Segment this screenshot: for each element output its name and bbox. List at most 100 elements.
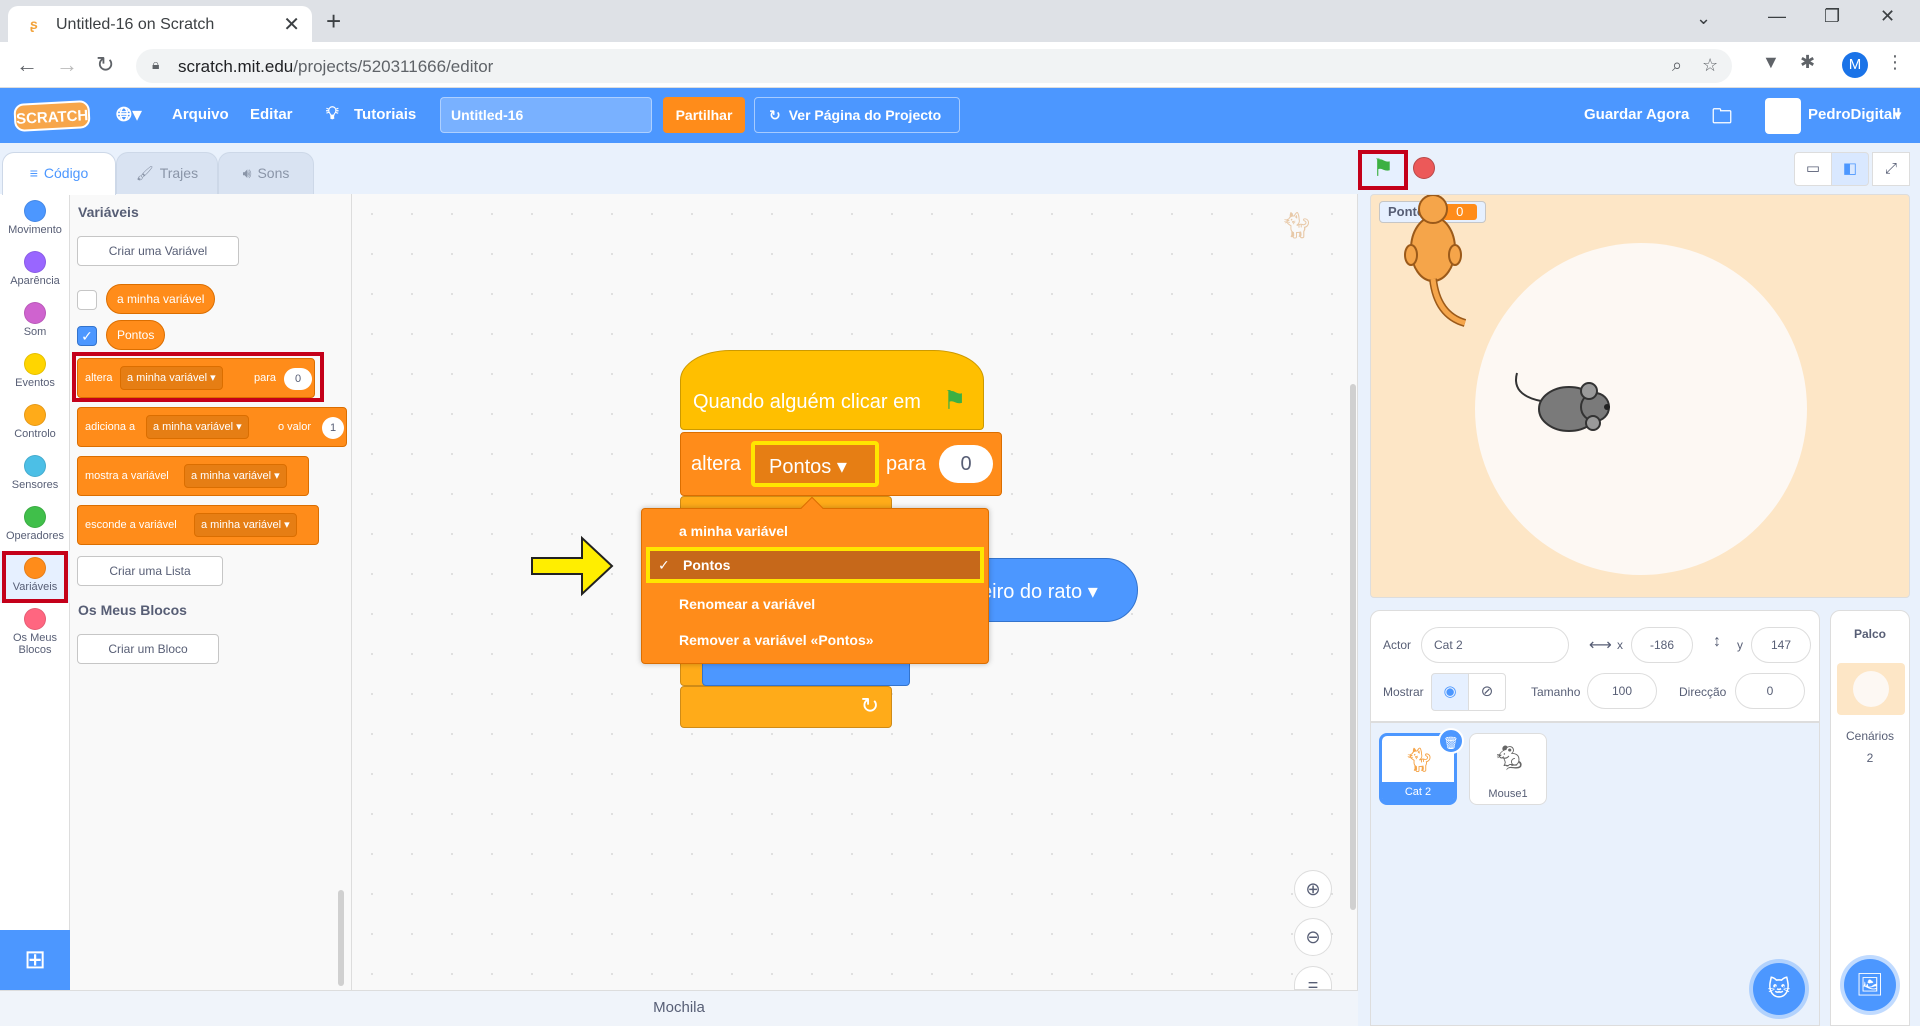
palette-scrollbar[interactable]: [338, 890, 344, 986]
x-label: x: [1617, 638, 1623, 652]
variable-dropdown[interactable]: Pontos ▾: [751, 441, 879, 487]
stop-icon[interactable]: [1413, 157, 1435, 179]
zoom-in-icon[interactable]: ⊕: [1294, 870, 1332, 908]
zoom-reset-icon[interactable]: =: [1294, 966, 1332, 995]
category-events[interactable]: Eventos: [0, 347, 70, 399]
when-flag-clicked-block[interactable]: Quando alguém clicar em ⚑: [680, 350, 984, 430]
category-label: Som: [23, 326, 47, 338]
show-variable-block[interactable]: mostra a variável a minha variável ▾: [77, 456, 309, 496]
script-scrollbar[interactable]: [1350, 384, 1356, 910]
direction-input[interactable]: 0: [1735, 673, 1805, 709]
block-number-input[interactable]: 0: [939, 445, 993, 483]
stage-thumbnail[interactable]: [1837, 663, 1905, 715]
block-label-text: eiro do rato: [981, 581, 1083, 603]
show-sprite-eye-icon[interactable]: ◉: [1431, 673, 1469, 711]
reload-icon[interactable]: ↻: [96, 52, 114, 78]
url-field[interactable]: 🔒︎ scratch.mit.edu/projects/520311666/ed…: [136, 49, 1732, 83]
dropdown-item[interactable]: a minha variável: [642, 513, 988, 549]
close-tab-icon[interactable]: ✕: [283, 12, 300, 37]
size-label: Tamanho: [1531, 685, 1581, 699]
puzzle-icon[interactable]: ✱: [1800, 52, 1815, 73]
extension-icon[interactable]: ▼: [1762, 52, 1780, 73]
size-input[interactable]: 100: [1587, 673, 1657, 709]
zoom-icon[interactable]: ⌕: [1672, 55, 1682, 76]
minimize-icon[interactable]: —: [1768, 6, 1786, 27]
backpack[interactable]: Mochila: [0, 990, 1358, 1026]
variable-reporter[interactable]: Pontos: [106, 320, 166, 350]
category-sensing[interactable]: Sensores: [0, 449, 70, 501]
small-stage-icon[interactable]: ▭: [1794, 152, 1832, 186]
hide-sprite-eye-icon[interactable]: ⊘: [1468, 673, 1506, 711]
speaker-icon: 🔊︎: [242, 165, 252, 181]
scratch-logo[interactable]: SCRATCH: [13, 100, 91, 132]
new-tab-icon[interactable]: +: [326, 6, 341, 37]
variable-checkbox[interactable]: [77, 290, 97, 310]
add-backdrop-icon[interactable]: 🖼︎: [1844, 959, 1896, 1011]
block-dropdown[interactable]: a minha variável ▾: [194, 513, 297, 537]
cat-sprite[interactable]: [1393, 195, 1477, 331]
x-input[interactable]: -186: [1631, 627, 1693, 663]
project-title-input[interactable]: Untitled-16: [440, 97, 652, 133]
rename-variable-item[interactable]: Renomear a variável: [642, 586, 988, 622]
variable-checkbox-checked[interactable]: ✓: [77, 326, 97, 346]
url-text: scratch.mit.edu/projects/520311666/edito…: [178, 57, 493, 77]
variable-reporter[interactable]: a minha variável: [106, 284, 216, 314]
stage[interactable]: Pontos 0: [1370, 194, 1910, 598]
more-menu-icon[interactable]: ⋮: [1886, 52, 1904, 73]
block-number-input[interactable]: 1: [322, 417, 344, 439]
category-control[interactable]: Controlo: [0, 398, 70, 450]
zoom-out-icon[interactable]: ⊖: [1294, 918, 1332, 956]
tab-sounds[interactable]: 🔊︎ Sons: [218, 152, 314, 194]
browser-tab[interactable]: ʂ Untitled-16 on Scratch ✕: [8, 6, 312, 42]
see-project-page-button[interactable]: ↻ Ver Página do Projecto: [754, 97, 960, 133]
make-list-button[interactable]: Criar uma Lista: [77, 556, 223, 586]
block-dropdown[interactable]: a minha variável ▾: [146, 415, 249, 439]
normal-stage-icon[interactable]: ◧: [1831, 152, 1869, 186]
sprite-tile-mouse1[interactable]: 🐁︎ Mouse1: [1469, 733, 1547, 805]
my-stuff-folder-icon[interactable]: 🗀︎: [1712, 102, 1732, 136]
back-icon[interactable]: ←: [16, 52, 38, 78]
tutorials-menu[interactable]: Tutoriais: [354, 106, 416, 123]
fullscreen-icon[interactable]: ⤢: [1872, 152, 1910, 186]
y-input[interactable]: 147: [1751, 627, 1811, 663]
delete-variable-item[interactable]: Remover a variável «Pontos»: [642, 622, 988, 658]
save-now-button[interactable]: Guardar Agora: [1584, 106, 1689, 123]
window-close-icon[interactable]: ✕: [1880, 6, 1895, 27]
tab-search-icon[interactable]: ⌄: [1696, 8, 1711, 29]
stage-selector[interactable]: Palco Cenários 2 🖼︎: [1830, 610, 1910, 1026]
chevron-down-icon[interactable]: ▾: [1894, 106, 1902, 124]
delete-sprite-icon[interactable]: 🗑︎: [1438, 728, 1464, 754]
forward-icon[interactable]: →: [56, 52, 78, 78]
block-dropdown[interactable]: a minha variável ▾: [184, 464, 287, 488]
language-globe-icon[interactable]: 🌐︎▾: [116, 102, 142, 127]
bookmark-star-icon[interactable]: ☆: [1702, 55, 1718, 76]
user-avatar[interactable]: [1765, 98, 1801, 134]
category-sound[interactable]: Som: [0, 296, 70, 348]
tab-code[interactable]: ≡ Código: [2, 152, 116, 195]
tab-costumes[interactable]: 🖌︎ Trajes: [116, 152, 218, 194]
hide-variable-block[interactable]: esconde a variável a minha variável ▾: [77, 505, 319, 545]
add-sprite-icon[interactable]: 🐱︎: [1753, 963, 1805, 1015]
maximize-icon[interactable]: ❐: [1824, 6, 1840, 27]
dropdown-item-selected[interactable]: ✓ Pontos: [646, 547, 984, 583]
browser-tab-title: Untitled-16 on Scratch: [56, 16, 215, 33]
category-looks[interactable]: Aparência: [0, 245, 70, 297]
change-variable-block[interactable]: adiciona a a minha variável ▾ o valor 1: [77, 407, 347, 447]
profile-avatar[interactable]: M: [1842, 52, 1868, 78]
username-menu[interactable]: PedroDigitall: [1808, 106, 1901, 123]
set-variable-block-script[interactable]: altera Pontos ▾ para 0: [680, 432, 1002, 496]
sprite-name-input[interactable]: Cat 2: [1421, 627, 1569, 663]
add-extension-icon[interactable]: ⊞: [0, 930, 70, 990]
loop-block-bottom[interactable]: ↻: [680, 686, 892, 728]
category-operators[interactable]: Operadores: [0, 500, 70, 552]
block-label: esconde a variável: [85, 519, 177, 531]
edit-menu[interactable]: Editar: [250, 106, 293, 123]
mouse-sprite[interactable]: [1511, 371, 1627, 437]
make-block-button[interactable]: Criar um Bloco: [77, 634, 219, 664]
share-button[interactable]: Partilhar: [663, 97, 745, 133]
green-flag-button[interactable]: ⚑: [1358, 150, 1408, 190]
category-motion[interactable]: Movimento: [0, 194, 70, 246]
make-variable-button[interactable]: Criar uma Variável: [77, 236, 239, 266]
category-my-blocks[interactable]: Os Meus Blocos: [0, 602, 70, 656]
file-menu[interactable]: Arquivo: [172, 106, 229, 123]
